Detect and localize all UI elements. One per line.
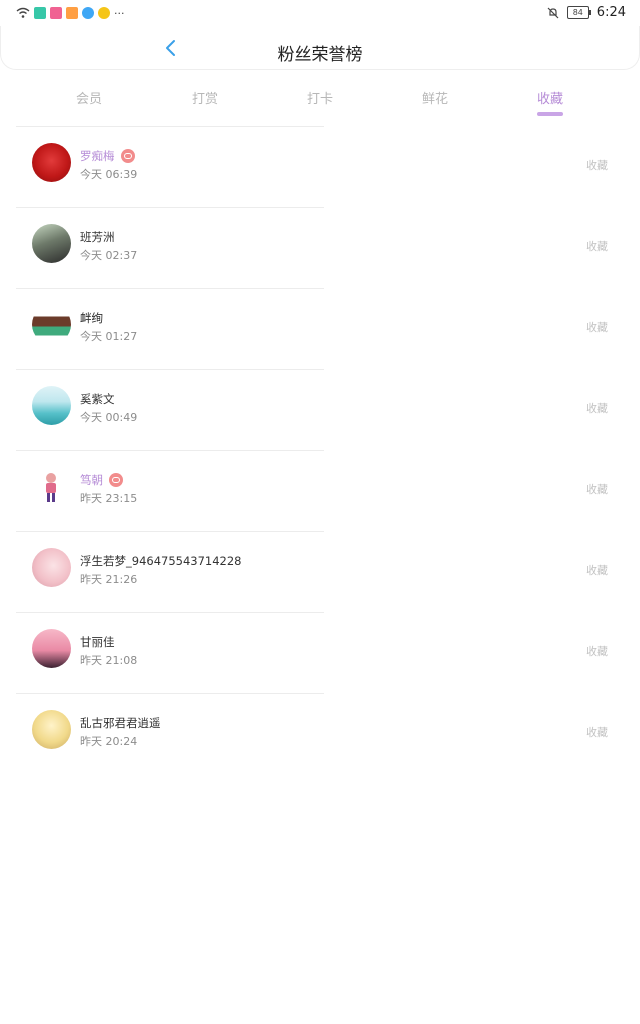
avatar[interactable] <box>32 548 71 587</box>
app-icon-blue <box>82 7 94 19</box>
favorite-label: 收藏 <box>586 240 608 253</box>
wifi-icon <box>16 7 30 18</box>
favorite-label: 收藏 <box>586 726 608 739</box>
fan-time: 昨天 21:26 <box>80 573 138 586</box>
battery-indicator: 84 <box>566 6 591 19</box>
status-bar-left-icons: ··· <box>16 6 125 20</box>
status-bar-right: 84 6:24 <box>547 5 626 20</box>
fan-name: 乱古邪君君逍遥 <box>80 716 161 730</box>
fan-name-line: 奚紫文 <box>80 391 115 407</box>
list-item: 乱古邪君君逍遥 昨天 20:24 收藏 <box>0 694 640 775</box>
favorite-label: 收藏 <box>586 564 608 577</box>
fan-list: 罗痴梅 今天 06:39 收藏 班芳洲 今天 02:37 收藏 衅绚 今天 01… <box>0 127 640 775</box>
avatar[interactable] <box>32 467 71 506</box>
app-icon-orange <box>66 7 78 19</box>
tab-checkin[interactable]: 打卡 <box>280 88 360 107</box>
fan-time: 今天 06:39 <box>80 168 138 181</box>
avatar[interactable] <box>32 143 71 182</box>
mute-bell-icon <box>547 7 559 18</box>
fan-name: 甘丽佳 <box>80 635 115 649</box>
header: 粉丝荣誉榜 <box>0 26 640 70</box>
fan-name: 衅绚 <box>80 311 103 325</box>
fan-name: 罗痴梅 <box>80 149 115 163</box>
vip-badge-icon <box>109 473 123 487</box>
status-bar: ··· 84 6:24 <box>0 0 640 26</box>
tab-bar: 会员 打赏 打卡 鲜花 收藏 <box>0 84 640 120</box>
list-item: 浮生若梦_946475543714228 昨天 21:26 收藏 <box>0 532 640 613</box>
tab-members[interactable]: 会员 <box>49 88 129 107</box>
fan-name-line: 浮生若梦_946475543714228 <box>80 553 242 569</box>
fan-name: 班芳洲 <box>80 230 115 244</box>
fan-name: 笃朝 <box>80 473 103 487</box>
list-item: 笃朝 昨天 23:15 收藏 <box>0 451 640 532</box>
fan-time: 昨天 21:08 <box>80 654 138 667</box>
avatar[interactable] <box>32 629 71 668</box>
active-tab-indicator <box>537 112 563 116</box>
page-title: 粉丝荣誉榜 <box>277 45 363 65</box>
status-more: ··· <box>114 6 125 20</box>
favorite-label: 收藏 <box>586 645 608 658</box>
fan-time: 今天 01:27 <box>80 330 138 343</box>
tab-favorites[interactable]: 收藏 <box>510 88 590 116</box>
tab-flowers[interactable]: 鲜花 <box>395 88 475 107</box>
fan-name-line: 乱古邪君君逍遥 <box>80 715 161 731</box>
fan-name-line: 笃朝 <box>80 472 123 488</box>
fan-time: 今天 00:49 <box>80 411 138 424</box>
app-icon-yellow <box>98 7 110 19</box>
fan-time: 昨天 20:24 <box>80 735 138 748</box>
fan-name-line: 班芳洲 <box>80 229 115 245</box>
list-item: 班芳洲 今天 02:37 收藏 <box>0 208 640 289</box>
avatar[interactable] <box>32 386 71 425</box>
avatar-figure <box>46 473 56 502</box>
vip-badge-icon <box>120 149 135 163</box>
app-icon-green <box>34 7 46 19</box>
fan-name-line: 罗痴梅 <box>80 148 135 164</box>
fan-time: 今天 02:37 <box>80 249 138 262</box>
fan-name: 奚紫文 <box>80 392 115 406</box>
list-item: 甘丽佳 昨天 21:08 收藏 <box>0 613 640 694</box>
favorite-label: 收藏 <box>586 159 608 172</box>
avatar[interactable] <box>32 710 71 749</box>
favorite-label: 收藏 <box>586 402 608 415</box>
avatar[interactable] <box>32 224 71 263</box>
list-item: 衅绚 今天 01:27 收藏 <box>0 289 640 370</box>
fan-time: 昨天 23:15 <box>80 492 138 505</box>
fan-name-line: 甘丽佳 <box>80 634 115 650</box>
favorite-label: 收藏 <box>586 321 608 334</box>
fan-name: 浮生若梦_946475543714228 <box>80 554 242 568</box>
avatar[interactable] <box>32 305 71 344</box>
app-icon-pink <box>50 7 62 19</box>
list-item: 奚紫文 今天 00:49 收藏 <box>0 370 640 451</box>
status-time: 6:24 <box>596 5 626 20</box>
favorite-label: 收藏 <box>586 483 608 496</box>
tab-tips[interactable]: 打赏 <box>165 88 245 107</box>
fan-name-line: 衅绚 <box>80 310 103 326</box>
list-item: 罗痴梅 今天 06:39 收藏 <box>0 127 640 208</box>
